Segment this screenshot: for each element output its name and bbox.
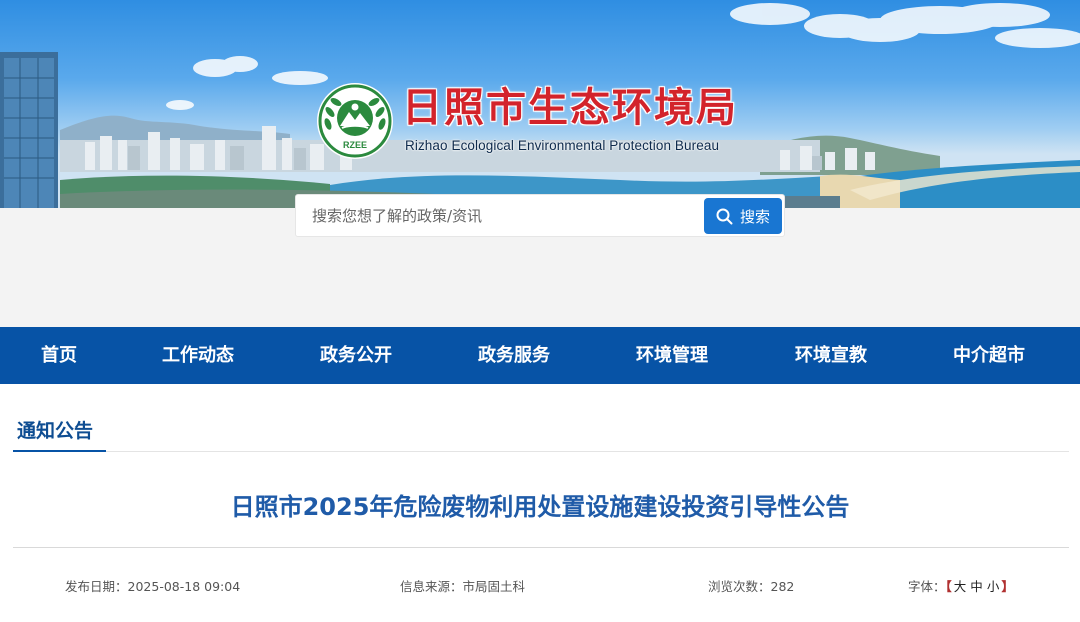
nav-item-work-news[interactable]: 工作动态: [138, 327, 258, 384]
search-button-label: 搜索: [739, 207, 770, 226]
header-banner: RZEE 日照市生态环境局 Rizhao Ecological Environm…: [0, 0, 1080, 208]
article-title: 日照市2025年危险废物利用处置设施建设投资引导性公告: [230, 493, 850, 521]
nav-item-environment-education[interactable]: 环境宣教: [771, 327, 891, 384]
nav-item-gov-affairs-disclosure[interactable]: 政务公开: [296, 327, 416, 384]
font-size-large[interactable]: 大: [954, 579, 967, 594]
bureau-logo-emblem: RZEE: [317, 83, 393, 159]
info-source-label: 信息来源：: [400, 579, 463, 594]
nav-item-gov-services[interactable]: 政务服务: [454, 327, 574, 384]
search-input[interactable]: [312, 195, 692, 236]
font-size-switcher: 字体：【大中小】: [908, 576, 1014, 595]
font-size-medium[interactable]: 中: [970, 579, 983, 594]
search-area: 搜索: [0, 194, 1080, 327]
info-source: 信息来源：市局固土科: [400, 576, 525, 595]
title-divider: [13, 547, 1069, 548]
info-source-value: 市局固土科: [462, 579, 526, 594]
search-button[interactable]: 搜索: [704, 198, 782, 234]
main-nav: 首页 工作动态 政务公开 政务服务 环境管理 环境宣教 中介超市: [0, 327, 1080, 384]
view-count-label: 浏览次数：: [708, 579, 771, 594]
publish-date: 发布日期：2025-08-18 09:04: [65, 576, 240, 595]
section-tab[interactable]: 通知公告: [13, 410, 106, 452]
nav-item-agency-market[interactable]: 中介超市: [929, 327, 1049, 384]
publish-date-value: 2025-08-18 09:04: [127, 579, 241, 594]
section-title: 通知公告: [17, 420, 94, 442]
site-subtitle: Rizhao Ecological Environmental Protecti…: [405, 138, 720, 153]
search-icon: [716, 208, 733, 224]
publish-date-label: 发布日期：: [65, 579, 128, 594]
logo-text: RZEE: [343, 140, 367, 150]
font-size-bracket-close: 】: [1001, 579, 1014, 594]
font-size-bracket-open: 【: [945, 579, 952, 594]
nav-item-home[interactable]: 首页: [0, 327, 118, 384]
site-title: 日照市生态环境局: [402, 85, 738, 131]
search-box: 搜索: [295, 194, 785, 237]
view-count: 浏览次数：282: [708, 576, 794, 595]
section-underline: [13, 451, 1069, 452]
font-size-small[interactable]: 小: [987, 579, 1000, 594]
font-size-label: 字体：: [908, 579, 946, 594]
nav-item-environment-management[interactable]: 环境管理: [612, 327, 732, 384]
view-count-value: 282: [770, 579, 795, 594]
